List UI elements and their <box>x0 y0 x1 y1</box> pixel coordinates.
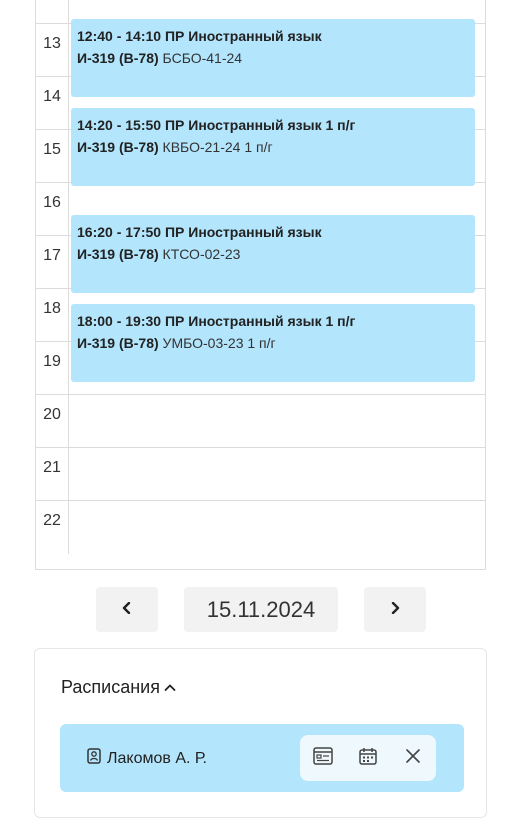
event-subject: Иностранный язык 1 п/г <box>188 313 356 329</box>
event-group: КВБО-21-24 1 п/г <box>162 139 273 155</box>
hour-label: 18 <box>36 289 69 342</box>
calendar-button[interactable] <box>350 740 386 776</box>
event-details: И-319 (В-78) КТСО-02-23 <box>77 243 469 265</box>
event-subject: Иностранный язык <box>188 28 322 44</box>
teacher-badge-icon <box>87 748 101 769</box>
event-group: УМБО-03-23 1 п/г <box>162 335 276 351</box>
hour-label: 20 <box>36 395 69 448</box>
event-room: И-319 (В-78) <box>77 335 159 351</box>
schedules-toggle[interactable]: Расписания <box>61 677 176 698</box>
next-day-button[interactable] <box>364 587 426 632</box>
hour-label: 14 <box>36 77 69 130</box>
event-group: КТСО-02-23 <box>162 246 241 262</box>
hour-label: 22 <box>36 501 69 554</box>
chevron-right-icon <box>390 601 400 617</box>
chevron-left-icon <box>122 601 132 617</box>
schedule-item[interactable]: Лакомов А. Р. <box>60 724 464 792</box>
event-card[interactable]: 14:20 - 15:50 ПР Иностранный язык 1 п/г … <box>71 108 475 186</box>
hour-label: 21 <box>36 448 69 501</box>
event-type: ПР <box>164 28 185 44</box>
hour-label: 13 <box>36 24 69 77</box>
hour-label: 19 <box>36 342 69 395</box>
schedule-item-name: Лакомов А. Р. <box>87 748 207 769</box>
event-details: И-319 (В-78) УМБО-03-23 1 п/г <box>77 332 469 354</box>
event-subject: Иностранный язык 1 п/г <box>188 117 356 133</box>
schedules-panel: Расписания Лакомов А. Р. <box>34 648 487 818</box>
event-room: И-319 (В-78) <box>77 50 159 66</box>
event-group: БСБО-41-24 <box>162 50 243 66</box>
event-title: 14:20 - 15:50 ПР Иностранный язык 1 п/г <box>77 114 469 136</box>
event-card[interactable]: 18:00 - 19:30 ПР Иностранный язык 1 п/г … <box>71 304 475 382</box>
event-details: И-319 (В-78) БСБО-41-24 <box>77 47 469 69</box>
event-subject: Иностранный язык <box>188 224 322 240</box>
hour-label: 15 <box>36 130 69 183</box>
current-date[interactable]: 15.11.2024 <box>184 587 338 632</box>
event-time: 18:00 - 19:30 <box>77 313 162 329</box>
event-card[interactable]: 12:40 - 14:10 ПР Иностранный язык И-319 … <box>71 19 475 97</box>
hour-label: 17 <box>36 236 69 289</box>
schedule-item-actions <box>300 735 436 781</box>
hour-row: 20 <box>36 394 485 448</box>
event-type: ПР <box>164 117 185 133</box>
hour-label: 16 <box>36 183 69 236</box>
calendar-icon <box>358 746 378 771</box>
event-time: 16:20 - 17:50 <box>77 224 162 240</box>
event-room: И-319 (В-78) <box>77 139 159 155</box>
event-details: И-319 (В-78) КВБО-21-24 1 п/г <box>77 136 469 158</box>
prev-day-button[interactable] <box>96 587 158 632</box>
event-type: ПР <box>164 224 185 240</box>
chevron-up-icon <box>164 677 176 698</box>
event-title: 18:00 - 19:30 ПР Иностранный язык 1 п/г <box>77 310 469 332</box>
event-room: И-319 (В-78) <box>77 246 159 262</box>
hour-label: 12 <box>36 0 69 24</box>
schedules-title: Расписания <box>61 677 160 697</box>
schedule-list-button[interactable] <box>305 740 341 776</box>
event-time: 14:20 - 15:50 <box>77 117 162 133</box>
hour-row: 21 <box>36 447 485 501</box>
schedule-list-icon <box>312 746 333 770</box>
event-title: 12:40 - 14:10 ПР Иностранный язык <box>77 25 469 47</box>
event-title: 16:20 - 17:50 ПР Иностранный язык <box>77 221 469 243</box>
remove-schedule-button[interactable] <box>395 740 431 776</box>
close-icon <box>405 748 421 769</box>
event-type: ПР <box>164 313 185 329</box>
hour-row: 22 <box>36 500 485 554</box>
event-time: 12:40 - 14:10 <box>77 28 162 44</box>
teacher-name: Лакомов А. Р. <box>107 749 207 767</box>
event-card[interactable]: 16:20 - 17:50 ПР Иностранный язык И-319 … <box>71 215 475 293</box>
